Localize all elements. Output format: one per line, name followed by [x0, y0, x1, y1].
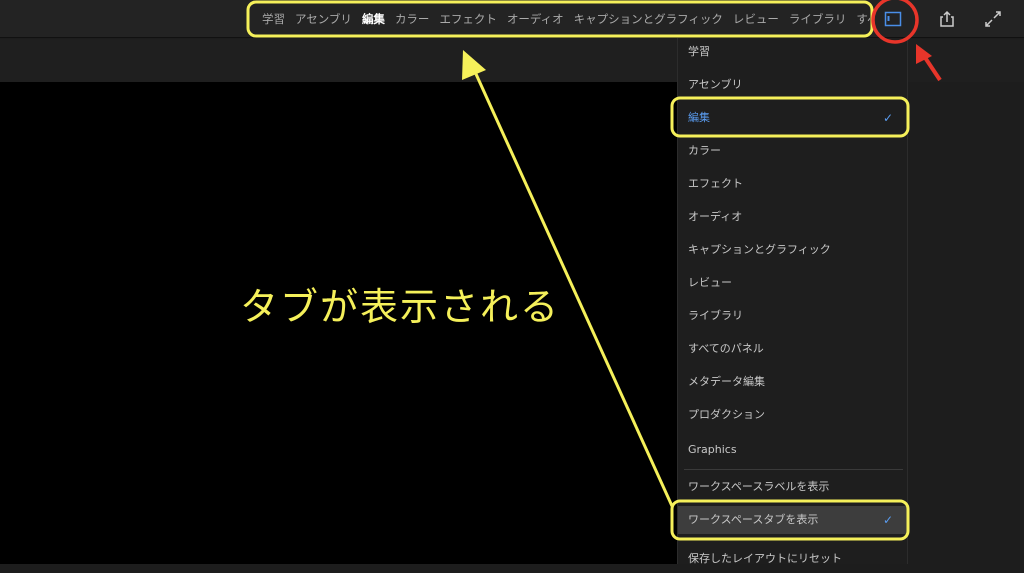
highlight-circle: [871, 0, 919, 44]
red-arrow-line: [922, 54, 942, 82]
highlight-show-tabs: [670, 499, 910, 541]
arrow-line: [474, 73, 674, 507]
highlight-edit: [670, 96, 910, 138]
arrow-head: [462, 50, 486, 80]
annotation-overlay: [246, 0, 942, 541]
highlight-tabs: [246, 0, 874, 38]
